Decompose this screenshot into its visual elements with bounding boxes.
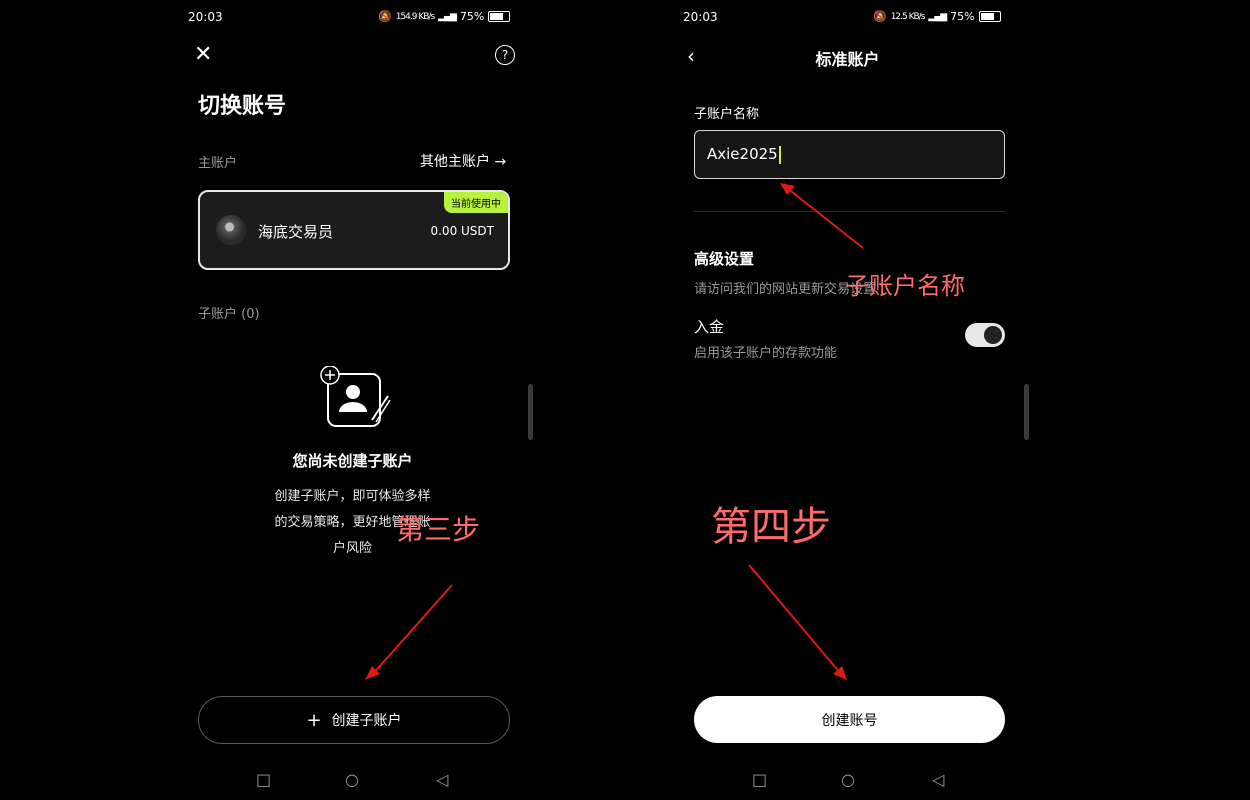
status-time: 20:03 (188, 10, 223, 24)
text-caret (778, 145, 781, 164)
plus-icon: + (306, 709, 322, 731)
deposit-description: 启用该子账户的存款功能 (694, 346, 838, 361)
signal-icon: ▂▄▆ (438, 11, 457, 22)
status-time: 20:03 (683, 10, 718, 24)
battery-icon (488, 11, 511, 22)
sub-account-name-value: Axie2025 (707, 145, 778, 163)
nav-back-icon[interactable]: ◁ (436, 770, 448, 789)
page-title: 标准账户 (815, 50, 880, 69)
net-speed: 154.9 KB/s (395, 11, 435, 22)
annotation-arrow-icon (780, 183, 864, 249)
empty-desc-line-2: 的交易策略，更好地管理账 (274, 515, 431, 530)
sub-account-name-input[interactable]: Axie2025 (694, 130, 1005, 179)
close-icon[interactable]: ✕ (194, 44, 212, 66)
annotation-arrow-icon (365, 584, 453, 680)
left-screen: 20:03 🔕 154.9 KB/s ▂▄▆ 75% ✕ ? 切换账号 主账户 … (170, 0, 535, 800)
main-account-name: 海底交易员 (258, 223, 334, 241)
page-title: 切换账号 (198, 94, 287, 119)
empty-state-title: 您尚未创建子账户 (292, 452, 413, 470)
help-icon[interactable]: ? (495, 45, 515, 65)
nav-home-icon[interactable]: ○ (841, 770, 855, 789)
advanced-settings-title: 高级设置 (694, 250, 755, 268)
battery-icon (978, 11, 1001, 22)
annotation-arrow-icon (748, 564, 847, 680)
battery-percent: 75% (459, 10, 485, 23)
nav-home-icon[interactable]: ○ (345, 770, 359, 789)
signal-icon: ▂▄▆ (928, 11, 947, 22)
empty-desc-line-1: 创建子账户，即可体验多样 (274, 489, 431, 504)
create-sub-account-button[interactable]: + 创建子账户 (198, 696, 510, 744)
step-four-annotation: 第四步 (711, 504, 831, 550)
sub-account-label: 子账户 (0) (198, 307, 260, 322)
toggle-knob (984, 326, 1002, 344)
side-scroll-handle[interactable] (528, 384, 533, 440)
mute-bell-icon: 🔕 (873, 10, 887, 23)
main-account-label: 主账户 (198, 156, 238, 171)
sub-account-name-label: 子账户名称 (694, 107, 760, 122)
deposit-toggle[interactable] (965, 323, 1005, 347)
main-account-balance: 0.00 USDT (430, 224, 494, 238)
right-screen: 20:03 🔕 12.5 KB/s ▂▄▆ 75% ‹ 标准账户 子账户名称 A… (665, 0, 1030, 800)
step-three-annotation: 第三步 (396, 513, 481, 546)
net-speed: 12.5 KB/s (890, 11, 926, 22)
sub-account-name-annotation: 子账户名称 (845, 272, 965, 300)
current-in-use-badge: 当前使用中 (444, 192, 508, 213)
nav-back-icon[interactable]: ◁ (932, 770, 944, 789)
create-sub-account-label: 创建子账户 (331, 713, 402, 729)
other-main-accounts-link[interactable]: 其他主账户 → (420, 151, 506, 171)
nav-recent-apps-icon[interactable]: □ (256, 770, 271, 789)
create-account-button[interactable]: 创建账号 (694, 696, 1005, 743)
empty-desc-line-3: 户风险 (332, 541, 372, 556)
deposit-title: 入金 (694, 318, 725, 336)
empty-state-description: 创建子账户，即可体验多样 的交易策略，更好地管理账 户风险 (170, 484, 535, 562)
main-account-card[interactable]: 当前使用中 海底交易员 0.00 USDT (198, 190, 510, 270)
nav-recent-apps-icon[interactable]: □ (752, 770, 767, 789)
mute-bell-icon: 🔕 (378, 10, 392, 23)
add-user-illustration-icon (320, 365, 392, 430)
battery-percent: 75% (950, 10, 975, 23)
avatar (216, 215, 246, 245)
side-scroll-handle[interactable] (1024, 384, 1029, 440)
status-bar-icons: 🔕 154.9 KB/s ▂▄▆ 75% (378, 10, 511, 23)
status-bar-icons: 🔕 12.5 KB/s ▂▄▆ 75% (873, 10, 1001, 23)
